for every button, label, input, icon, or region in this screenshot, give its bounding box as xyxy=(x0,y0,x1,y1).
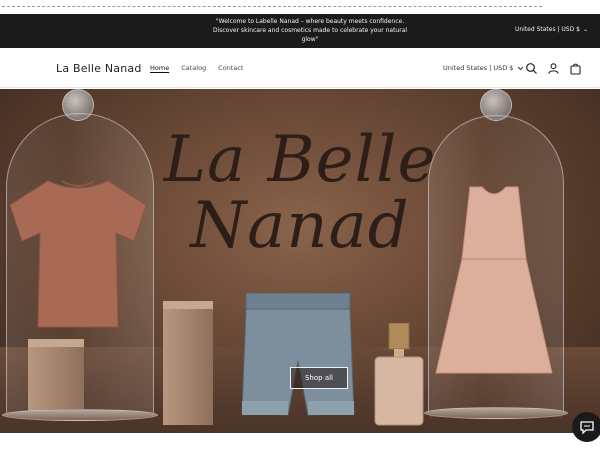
hero-banner: La Belle Nanad Shop all xyxy=(0,89,600,433)
perfume-bottle-image xyxy=(374,323,424,426)
left-dome-base xyxy=(2,409,158,421)
nav-contact[interactable]: Contact xyxy=(218,64,243,72)
nav-home[interactable]: Home xyxy=(150,64,169,72)
hero-title-line-2: Nanad xyxy=(190,189,410,263)
hero-title: La Belle Nanad xyxy=(130,127,470,259)
announcement-bar: "Welcome to Labelle Nanad – where beauty… xyxy=(0,14,600,48)
center-tall-box xyxy=(163,307,213,425)
header-currency-label: United States | USD $ xyxy=(443,64,514,72)
header-icons xyxy=(525,60,582,75)
account-icon[interactable] xyxy=(547,60,560,74)
right-dome-base xyxy=(424,407,568,419)
tshirt-image xyxy=(9,180,147,328)
hero-title-line-1: La Belle xyxy=(163,123,437,197)
chat-icon xyxy=(580,421,594,434)
nav-catalog[interactable]: Catalog xyxy=(181,64,206,72)
shop-all-button[interactable]: Shop all xyxy=(290,367,348,389)
search-icon[interactable] xyxy=(525,60,538,74)
chevron-down-icon xyxy=(518,66,524,70)
main-nav: Home Catalog Contact xyxy=(150,64,243,72)
site-header: La Belle Nanad Home Catalog Contact Unit… xyxy=(0,48,600,88)
left-small-box-top xyxy=(28,339,84,347)
announcement-message: "Welcome to Labelle Nanad – where beauty… xyxy=(212,18,408,43)
denim-shorts-image xyxy=(241,292,355,416)
cart-icon[interactable] xyxy=(569,60,582,75)
brand-logo[interactable]: La Belle Nanad xyxy=(56,62,142,75)
chat-widget-button[interactable] xyxy=(572,412,600,442)
header-currency-selector[interactable]: United States | USD $ xyxy=(443,64,524,72)
center-tall-box-top xyxy=(163,301,213,309)
left-small-box xyxy=(28,345,84,415)
announcement-currency-label: United States | USD $ xyxy=(514,26,580,33)
announcement-currency-selector[interactable]: United States | USD $ ⌄ xyxy=(515,26,588,33)
top-dashed-border xyxy=(0,0,600,14)
chevron-down-icon: ⌄ xyxy=(582,26,588,33)
